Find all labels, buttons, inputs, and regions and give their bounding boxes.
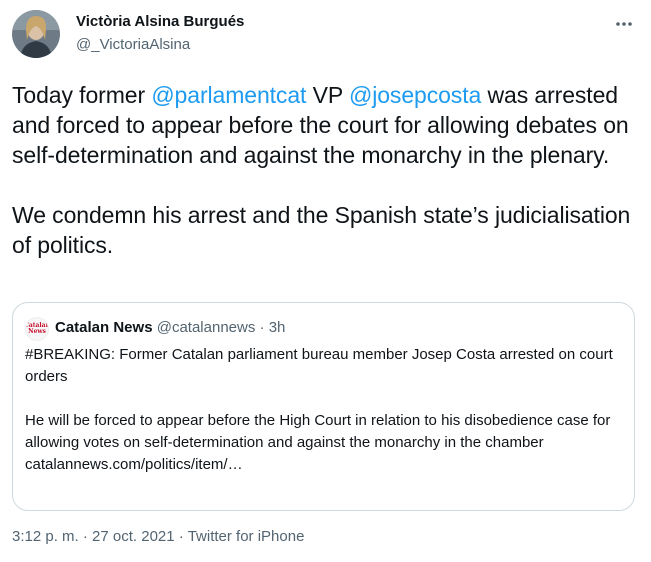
tweet-footer: 3:12 p. m. · 27 oct. 2021 · Twitter for … (12, 528, 304, 545)
quote-header: Catalan News @catalannews · 3h (55, 317, 285, 339)
author-handle[interactable]: @_VictoriaAlsina (76, 36, 190, 53)
quote-paragraph-2-text: He will be forced to appear before the H… (25, 412, 611, 451)
tweet-text: Today former @parlamentcat VP @josepcost… (12, 80, 642, 260)
quote-paragraph-1: #BREAKING: Former Catalan parliament bur… (25, 346, 613, 385)
quote-paragraph-2: He will be forced to appear before the H… (25, 410, 625, 476)
more-options-button[interactable] (606, 8, 642, 40)
tweet-text-segment: Today former (12, 82, 152, 108)
quote-avatar: Catalan News (25, 317, 49, 341)
footer-separator: · (174, 528, 188, 545)
tweet-paragraph-1: Today former @parlamentcat VP @josepcost… (12, 80, 642, 170)
author-avatar[interactable] (12, 10, 60, 58)
tweet-date[interactable]: 27 oct. 2021 (92, 528, 175, 545)
catalan-news-logo-icon: Catalan News (25, 322, 49, 335)
tweet-source[interactable]: Twitter for iPhone (188, 528, 305, 545)
author-photo (12, 10, 60, 58)
more-horizontal-icon (616, 22, 632, 26)
tweet-paragraph-2: We condemn his arrest and the Spanish st… (12, 202, 631, 258)
quote-separator: · (259, 319, 265, 336)
tweet: Victòria Alsina Burgués @_VictoriaAlsina… (0, 0, 651, 562)
quote-link[interactable]: catalannews.com/politics/item/… (25, 456, 243, 473)
author-name[interactable]: Victòria Alsina Burgués (76, 13, 244, 30)
quote-author-handle: @catalannews (156, 319, 256, 336)
quote-author-name: Catalan News (55, 319, 153, 336)
tweet-time[interactable]: 3:12 p. m. (12, 528, 79, 545)
mention-parlamentcat[interactable]: @parlamentcat (151, 82, 306, 108)
quote-timestamp: 3h (268, 319, 286, 336)
quoted-tweet[interactable]: Catalan News Catalan News @catalannews ·… (12, 302, 635, 511)
quote-body: #BREAKING: Former Catalan parliament bur… (25, 344, 625, 476)
footer-separator: · (78, 528, 93, 545)
mention-josepcosta[interactable]: @josepcosta (349, 82, 481, 108)
tweet-text-segment: VP (306, 82, 349, 108)
